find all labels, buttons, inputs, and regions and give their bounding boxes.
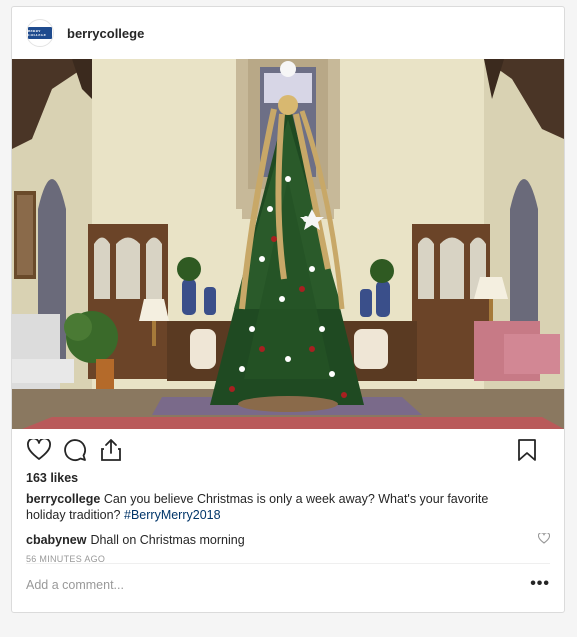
berry-college-logo: BERRY COLLEGE bbox=[28, 27, 52, 39]
likes-count[interactable]: 163 likes bbox=[12, 471, 564, 489]
add-comment-input[interactable]: Add a comment... bbox=[26, 578, 124, 592]
post-caption: berrycollege Can you believe Christmas i… bbox=[12, 489, 537, 523]
post-header: BERRY COLLEGE berrycollege bbox=[12, 7, 564, 59]
comment-icon[interactable] bbox=[62, 437, 88, 463]
more-options-icon[interactable]: ••• bbox=[530, 575, 550, 593]
post-card: BERRY COLLEGE berrycollege 163 likes ber… bbox=[11, 6, 565, 613]
caption-hashtag[interactable]: #BerryMerry2018 bbox=[124, 508, 221, 522]
post-timestamp[interactable]: 56 MINUTES AGO bbox=[12, 547, 564, 564]
share-icon[interactable] bbox=[98, 437, 124, 463]
heart-icon[interactable] bbox=[26, 437, 52, 463]
post-username[interactable]: berrycollege bbox=[67, 26, 144, 41]
avatar[interactable]: BERRY COLLEGE bbox=[26, 19, 54, 47]
post-photo[interactable] bbox=[12, 59, 564, 429]
heart-icon[interactable] bbox=[537, 532, 551, 547]
comment-item: cbabynew Dhall on Christmas morning bbox=[12, 523, 564, 547]
caption-username[interactable]: berrycollege bbox=[26, 492, 100, 506]
bookmark-icon[interactable] bbox=[514, 437, 540, 463]
post-actions bbox=[12, 429, 564, 471]
comment-username[interactable]: cbabynew bbox=[26, 533, 86, 547]
divider bbox=[26, 563, 550, 564]
comment-text: Dhall on Christmas morning bbox=[90, 533, 245, 547]
